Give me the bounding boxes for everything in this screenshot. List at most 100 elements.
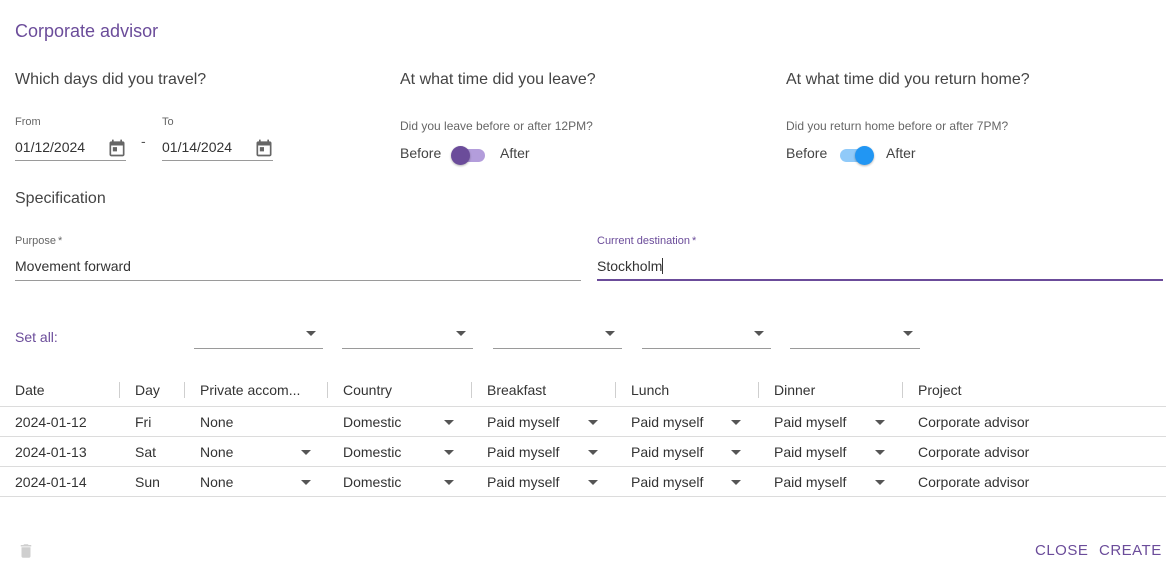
cell-day: Sat: [135, 444, 157, 460]
chevron-down-icon: [903, 331, 913, 336]
purpose-underline: [15, 280, 581, 281]
cell-breakfast[interactable]: Paid myself: [487, 414, 559, 430]
cell-day: Fri: [135, 414, 152, 430]
column-header-date[interactable]: Date: [15, 382, 45, 398]
return-time-switch[interactable]: [838, 146, 874, 165]
cell-country[interactable]: Domestic: [343, 414, 401, 430]
chevron-down-icon[interactable]: [444, 450, 454, 455]
cell-lunch[interactable]: Paid myself: [631, 474, 703, 490]
leave-before-label: Before: [400, 145, 442, 161]
column-separator[interactable]: [471, 382, 472, 398]
column-header-dinner[interactable]: Dinner: [774, 382, 815, 398]
chevron-down-icon[interactable]: [875, 480, 885, 485]
chevron-down-icon: [605, 331, 615, 336]
cell-dinner[interactable]: Paid myself: [774, 444, 846, 460]
destination-label: Current destination *: [597, 235, 697, 247]
from-date-underline: [15, 160, 126, 161]
cell-dinner[interactable]: Paid myself: [774, 414, 846, 430]
purpose-label: Purpose *: [15, 235, 63, 247]
cell-lunch[interactable]: Paid myself: [631, 444, 703, 460]
set-all-select-5[interactable]: [790, 322, 920, 349]
chevron-down-icon[interactable]: [444, 480, 454, 485]
table-row: 2024-01-14 Sun None Domestic Paid myself…: [0, 467, 1166, 497]
column-header-country[interactable]: Country: [343, 382, 392, 398]
cell-breakfast[interactable]: Paid myself: [487, 474, 559, 490]
to-label: To: [162, 116, 174, 128]
travel-days-heading: Which days did you travel?: [15, 71, 207, 88]
chevron-down-icon[interactable]: [301, 480, 311, 485]
return-time-question: Did you return home before or after 7PM?: [786, 119, 1009, 133]
chevron-down-icon[interactable]: [875, 450, 885, 455]
to-date-underline: [162, 160, 273, 161]
table-row: 2024-01-12 Fri None Domestic Paid myself…: [0, 407, 1166, 437]
specification-heading: Specification: [15, 190, 106, 207]
from-date-input[interactable]: 01/12/2024: [15, 139, 85, 155]
set-all-select-1[interactable]: [194, 322, 323, 349]
trash-icon[interactable]: [17, 541, 35, 561]
return-time-heading: At what time did you return home?: [786, 71, 1030, 88]
cell-country[interactable]: Domestic: [343, 474, 401, 490]
cell-breakfast[interactable]: Paid myself: [487, 444, 559, 460]
chevron-down-icon[interactable]: [875, 420, 885, 425]
chevron-down-icon[interactable]: [444, 420, 454, 425]
column-separator[interactable]: [327, 382, 328, 398]
cell-date: 2024-01-13: [15, 444, 87, 460]
leave-time-question: Did you leave before or after 12PM?: [400, 119, 593, 133]
cell-day: Sun: [135, 474, 160, 490]
return-after-label: After: [886, 145, 916, 161]
leave-toggle-row: Before After: [400, 145, 600, 165]
create-button[interactable]: CREATE: [1099, 542, 1162, 559]
column-separator[interactable]: [119, 382, 120, 398]
column-header-project[interactable]: Project: [918, 382, 962, 398]
column-separator[interactable]: [758, 382, 759, 398]
cell-project: Corporate advisor: [918, 444, 1030, 460]
cell-date: 2024-01-12: [15, 414, 87, 430]
page-title: Corporate advisor: [15, 21, 159, 41]
chevron-down-icon[interactable]: [731, 420, 741, 425]
chevron-down-icon[interactable]: [301, 450, 311, 455]
set-all-select-4[interactable]: [642, 322, 771, 349]
cell-accommodation[interactable]: None: [200, 474, 233, 490]
column-separator[interactable]: [615, 382, 616, 398]
chevron-down-icon[interactable]: [588, 450, 598, 455]
purpose-input[interactable]: Movement forward: [15, 258, 131, 274]
destination-underline: [597, 279, 1163, 281]
column-header-breakfast[interactable]: Breakfast: [487, 382, 546, 398]
calendar-icon[interactable]: [254, 137, 274, 159]
return-toggle-row: Before After: [786, 145, 986, 165]
chevron-down-icon[interactable]: [588, 420, 598, 425]
destination-input[interactable]: Stockholm: [597, 258, 664, 274]
set-all-select-2[interactable]: [342, 322, 473, 349]
days-table: Date Day Private accom... Country Breakf…: [0, 376, 1166, 497]
column-separator[interactable]: [184, 382, 185, 398]
set-all-select-3[interactable]: [493, 322, 622, 349]
column-separator[interactable]: [902, 382, 903, 398]
set-all-label: Set all:: [15, 329, 58, 345]
cell-accommodation[interactable]: None: [200, 444, 233, 460]
leave-time-heading: At what time did you leave?: [400, 71, 596, 88]
cell-lunch[interactable]: Paid myself: [631, 414, 703, 430]
cell-accommodation[interactable]: None: [200, 414, 233, 430]
chevron-down-icon: [754, 331, 764, 336]
chevron-down-icon[interactable]: [731, 450, 741, 455]
cell-project: Corporate advisor: [918, 414, 1030, 430]
date-range-separator: -: [141, 133, 146, 149]
chevron-down-icon: [456, 331, 466, 336]
leave-after-label: After: [500, 145, 530, 161]
column-header-lunch[interactable]: Lunch: [631, 382, 669, 398]
to-date-input[interactable]: 01/14/2024: [162, 139, 232, 155]
cell-date: 2024-01-14: [15, 474, 87, 490]
column-header-day[interactable]: Day: [135, 382, 160, 398]
calendar-icon[interactable]: [107, 137, 127, 159]
chevron-down-icon[interactable]: [588, 480, 598, 485]
chevron-down-icon: [306, 331, 316, 336]
chevron-down-icon[interactable]: [731, 480, 741, 485]
cell-country[interactable]: Domestic: [343, 444, 401, 460]
column-header-accommodation[interactable]: Private accom...: [200, 382, 300, 398]
table-row: 2024-01-13 Sat None Domestic Paid myself…: [0, 437, 1166, 467]
close-button[interactable]: CLOSE: [1035, 542, 1088, 559]
cell-dinner[interactable]: Paid myself: [774, 474, 846, 490]
return-before-label: Before: [786, 145, 828, 161]
cell-project: Corporate advisor: [918, 474, 1030, 490]
leave-time-switch[interactable]: [451, 146, 487, 165]
